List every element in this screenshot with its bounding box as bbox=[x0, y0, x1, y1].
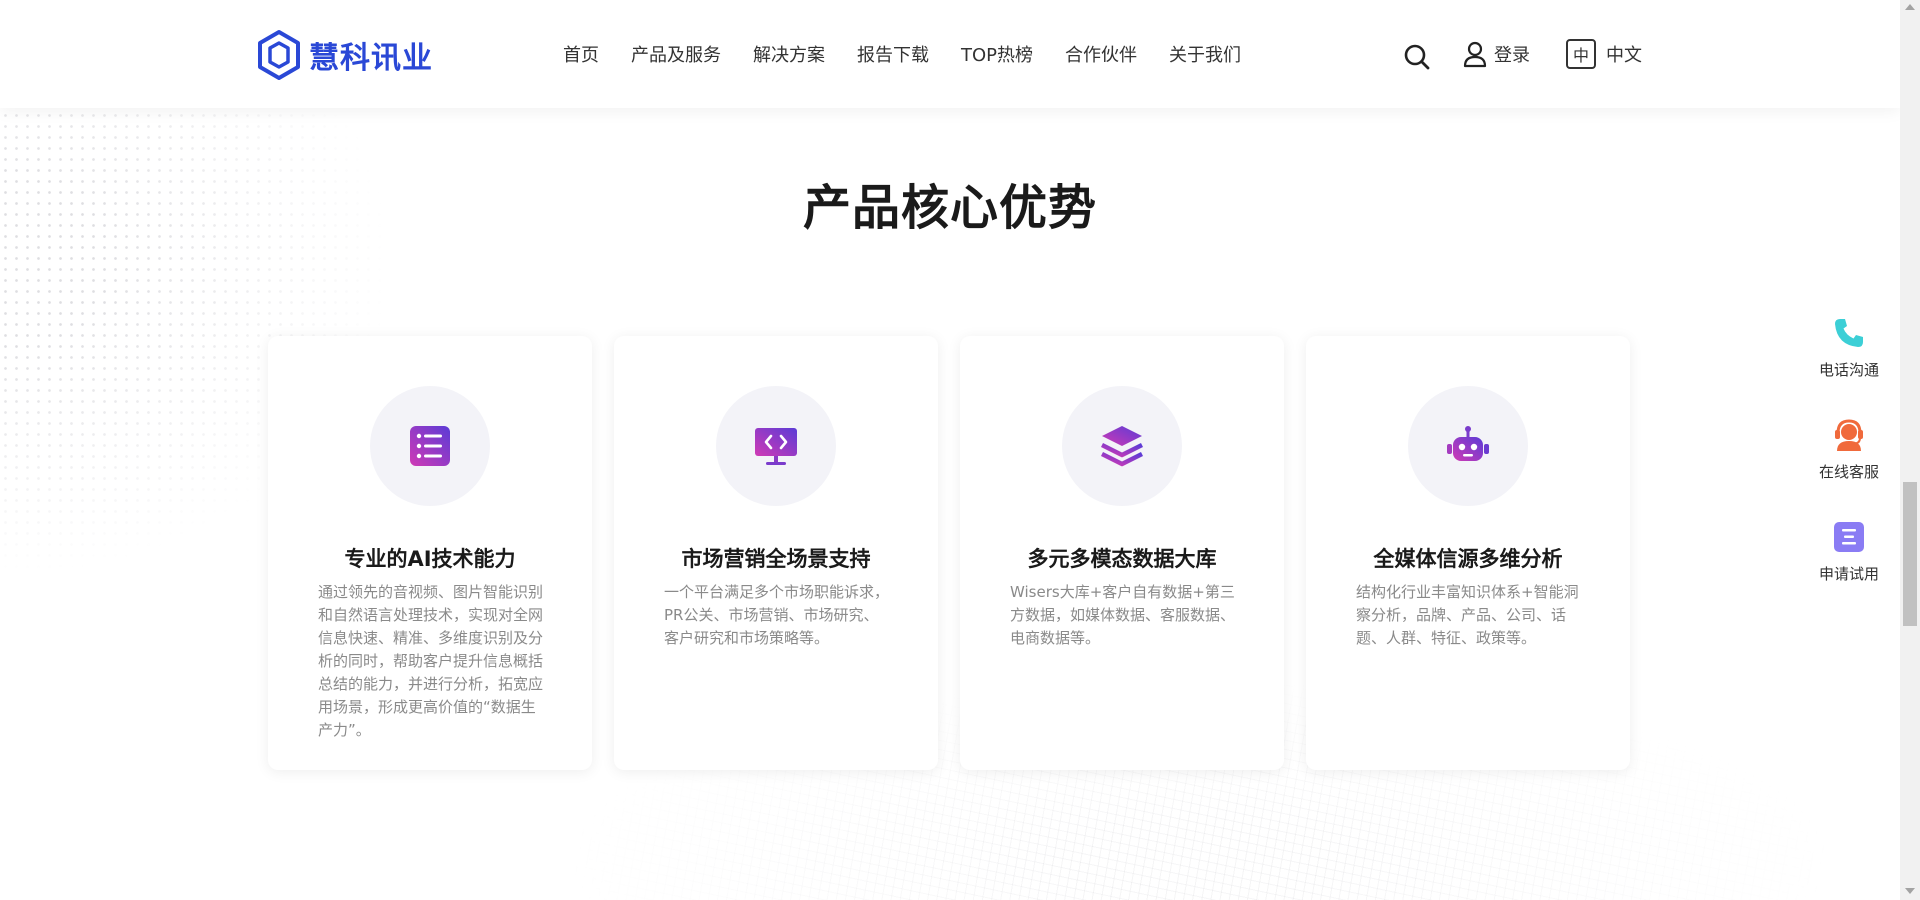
document-icon bbox=[1834, 522, 1864, 552]
language-switch[interactable]: 中 中文 bbox=[1566, 39, 1642, 69]
language-label: 中文 bbox=[1606, 45, 1642, 66]
robot-icon bbox=[1447, 426, 1489, 461]
login-label: 登录 bbox=[1494, 45, 1530, 66]
code-monitor-icon bbox=[755, 428, 797, 465]
card-description: 通过领先的音视频、图片智能识别和自然语言处理技术，实现对全网信息快速、精准、多维… bbox=[318, 583, 544, 739]
scrollbar-thumb[interactable] bbox=[1903, 482, 1917, 626]
online-service-button[interactable]: 在线客服 bbox=[1808, 417, 1890, 519]
floating-contact-bar: 电话沟通 在线客服 申请试用 bbox=[1808, 315, 1890, 621]
site-header: 慧科讯业 首页 产品及服务 解决方案 报告下载 TOP热榜 合作伙伴 关于我们 … bbox=[0, 0, 1900, 108]
logo-text: 慧科讯业 bbox=[309, 41, 433, 76]
card-icon-circle bbox=[716, 386, 836, 506]
advantage-cards: 专业的AI技术能力 通过领先的音视频、图片智能识别和自然语言处理技术，实现对全网… bbox=[268, 336, 1652, 770]
card-icon-circle bbox=[1062, 386, 1182, 506]
card-icon-circle bbox=[1408, 386, 1528, 506]
search-icon[interactable] bbox=[1403, 43, 1431, 71]
section-title: 产品核心优势 bbox=[802, 180, 1097, 236]
list-icon bbox=[410, 426, 450, 466]
nav-item-top-list[interactable]: TOP热榜 bbox=[961, 41, 1033, 67]
trial-apply-label: 申请试用 bbox=[1818, 565, 1879, 583]
page-scrollbar[interactable] bbox=[1900, 0, 1920, 900]
nav-item-partners[interactable]: 合作伙伴 bbox=[1065, 41, 1137, 67]
card-title: 全媒体信源多维分析 bbox=[1373, 547, 1563, 571]
advantage-card: 全媒体信源多维分析 结构化行业丰富知识体系+智能洞察分析，品牌、产品、公司、话题… bbox=[1306, 336, 1630, 770]
layers-icon bbox=[1100, 426, 1144, 467]
headset-icon bbox=[1835, 419, 1863, 451]
online-service-label: 在线客服 bbox=[1818, 463, 1879, 481]
hexagon-logo-icon bbox=[258, 30, 300, 80]
advantage-card: 专业的AI技术能力 通过领先的音视频、图片智能识别和自然语言处理技术，实现对全网… bbox=[268, 336, 592, 770]
card-icon-circle bbox=[370, 386, 490, 506]
phone-contact-label: 电话沟通 bbox=[1818, 361, 1879, 379]
login-button[interactable]: 登录 bbox=[1462, 40, 1530, 68]
user-icon bbox=[1463, 41, 1487, 68]
nav-item-reports[interactable]: 报告下载 bbox=[857, 41, 929, 67]
card-title: 多元多模态数据大库 bbox=[1027, 547, 1217, 571]
phone-icon bbox=[1835, 319, 1863, 347]
nav-item-products[interactable]: 产品及服务 bbox=[631, 41, 721, 67]
nav-item-solutions[interactable]: 解决方案 bbox=[753, 41, 825, 67]
main-nav: 首页 产品及服务 解决方案 报告下载 TOP热榜 合作伙伴 关于我们 bbox=[563, 41, 1273, 67]
card-description: 结构化行业丰富知识体系+智能洞察分析，品牌、产品、公司、话题、人群、特征、政策等… bbox=[1356, 583, 1579, 647]
advantage-card: 多元多模态数据大库 Wisers大库+客户自有数据+第三方数据，如媒体数据、客服… bbox=[960, 336, 1284, 770]
phone-contact-button[interactable]: 电话沟通 bbox=[1808, 315, 1890, 417]
language-icon: 中 bbox=[1566, 39, 1596, 69]
nav-item-about[interactable]: 关于我们 bbox=[1169, 41, 1241, 67]
card-description: 一个平台满足多个市场职能诉求，PR公关、市场营销、市场研究、客户研究和市场策略等… bbox=[664, 583, 890, 647]
card-description: Wisers大库+客户自有数据+第三方数据，如媒体数据、客服数据、电商数据等。 bbox=[1010, 583, 1236, 647]
card-title: 专业的AI技术能力 bbox=[344, 547, 516, 571]
trial-apply-button[interactable]: 申请试用 bbox=[1808, 519, 1890, 621]
scroll-down-arrow-icon[interactable] bbox=[1905, 888, 1915, 894]
nav-item-home[interactable]: 首页 bbox=[563, 41, 599, 67]
logo[interactable]: 慧科讯业 bbox=[255, 28, 433, 82]
advantage-card: 市场营销全场景支持 一个平台满足多个市场职能诉求，PR公关、市场营销、市场研究、… bbox=[614, 336, 938, 770]
card-title: 市场营销全场景支持 bbox=[681, 547, 871, 571]
scroll-up-arrow-icon[interactable] bbox=[1905, 4, 1915, 10]
